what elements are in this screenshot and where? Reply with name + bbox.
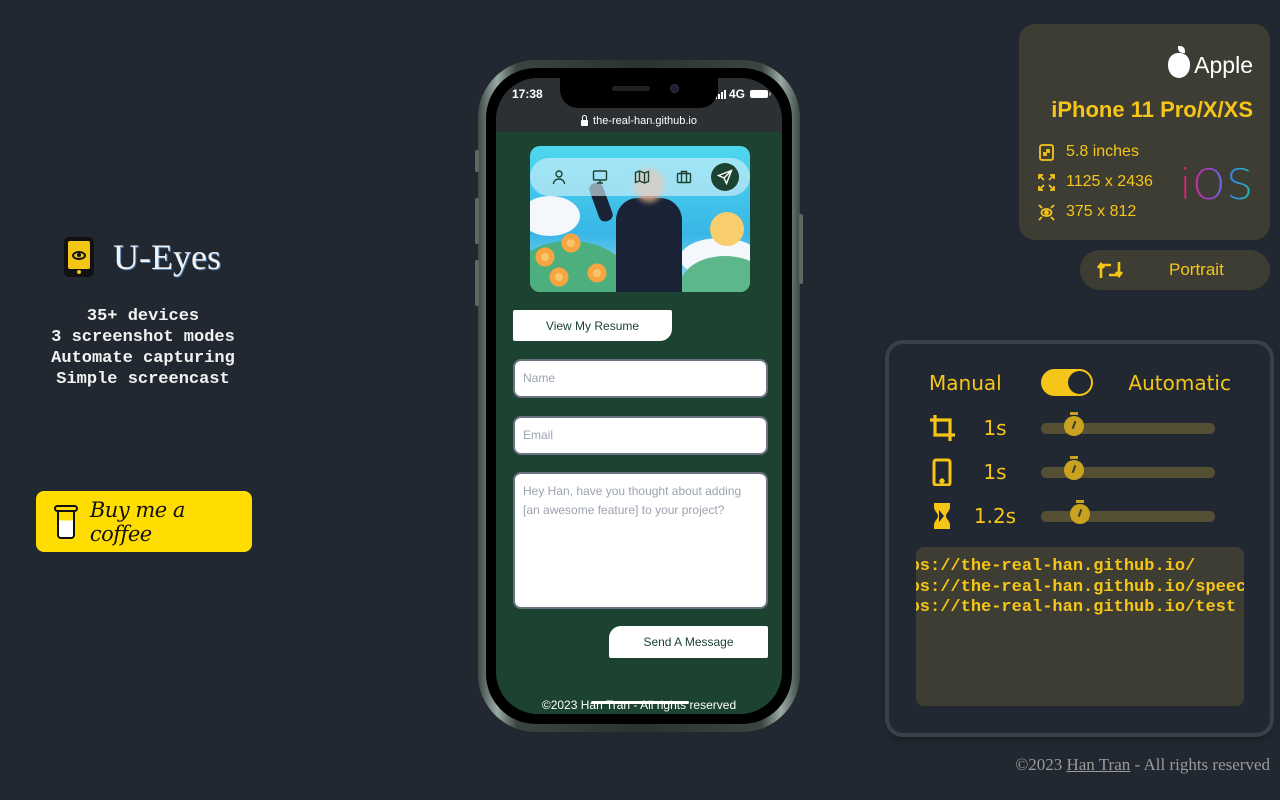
battery-icon	[750, 90, 771, 98]
wait-delay-slider[interactable]	[1041, 499, 1215, 524]
coffee-cup-icon	[54, 503, 78, 541]
user-icon	[552, 170, 565, 185]
screen-size-value: 5.8 inches	[1066, 143, 1139, 160]
map-icon	[634, 170, 650, 184]
home-indicator	[591, 701, 689, 704]
send-message-button[interactable]: Send A Message	[609, 626, 768, 658]
crop-delay-value: 1s	[983, 416, 1007, 440]
browser-url: the-real-han.github.io	[593, 115, 697, 127]
feature-item: Automate capturing	[51, 349, 235, 368]
briefcase-icon	[676, 170, 691, 184]
feature-item: 3 screenshot modes	[51, 328, 235, 347]
phone-frame: 17:38 4G the-real-han.github.io View My …	[475, 60, 803, 732]
capture-mode-toggle[interactable]	[1041, 369, 1094, 396]
author-link[interactable]: Han Tran	[1066, 755, 1130, 774]
device-delay-slider[interactable]	[1041, 455, 1215, 480]
email-input[interactable]: Email	[513, 416, 768, 455]
resolution-value: 1125 x 2436	[1066, 173, 1153, 190]
u-eyes-logo-icon	[64, 237, 94, 277]
automatic-label[interactable]: Automatic	[1128, 371, 1231, 395]
nav-map[interactable]	[628, 163, 656, 191]
status-time: 17:38	[512, 87, 543, 101]
url-list-textarea[interactable]: https://the-real-han.github.io/ https://…	[916, 547, 1244, 706]
crop-delay-slider[interactable]	[1041, 411, 1215, 436]
phone-power-button	[799, 214, 803, 284]
slider-row-device-delay: 1s	[929, 455, 1229, 486]
slider-thumb-stopwatch-icon[interactable]	[1070, 499, 1090, 524]
ios-logo: iOS	[1179, 160, 1254, 209]
message-textarea[interactable]: Hey Han, have you thought about adding […	[513, 472, 768, 609]
phone-icon	[932, 458, 952, 486]
apple-logo-icon	[1168, 46, 1191, 78]
screen-size-icon	[1039, 143, 1054, 161]
phone-volume-up	[475, 198, 479, 244]
hourglass-icon	[934, 503, 950, 529]
capture-mode-row: Manual Automatic	[929, 369, 1231, 396]
slider-row-crop-delay: 1s	[929, 411, 1229, 442]
url-item: https://the-real-han.github.io/speech	[916, 577, 1244, 597]
feature-list: 35+ devices 3 screenshot modes Automate …	[38, 306, 248, 390]
nav-experience[interactable]	[670, 163, 698, 191]
send-icon	[717, 169, 733, 185]
expand-icon	[1038, 173, 1055, 191]
nav-contact[interactable]	[711, 163, 740, 191]
spec-resolution: 1125 x 2436	[1038, 173, 1153, 191]
manual-label[interactable]: Manual	[929, 371, 1002, 395]
wait-delay-value: 1.2s	[973, 504, 1017, 528]
page-footer: ©2023 Han Tran - All rights reserved	[1015, 755, 1270, 775]
device-info-card: Apple iPhone 11 Pro/X/XS 5.8 inches 1125…	[1019, 24, 1270, 240]
brand: U-Eyes	[64, 236, 221, 278]
slider-thumb-stopwatch-icon[interactable]	[1064, 455, 1084, 480]
url-item: https://the-real-han.github.io/test	[916, 598, 1237, 617]
device-brand: Apple	[1168, 46, 1253, 79]
capture-settings-panel: Manual Automatic 1s 1s 1.2s https://the-…	[889, 344, 1270, 733]
toggle-knob	[1068, 371, 1092, 394]
name-input[interactable]: Name	[513, 359, 768, 398]
hero-image	[530, 146, 750, 292]
orientation-toggle-button[interactable]: Portrait	[1080, 250, 1270, 290]
rotate-icon	[1097, 261, 1123, 279]
lock-icon	[581, 114, 589, 126]
phone-notch	[560, 78, 718, 108]
desktop-icon	[593, 170, 608, 184]
crop-icon	[930, 415, 955, 441]
phone-side-button	[475, 150, 479, 172]
orientation-label: Portrait	[1169, 260, 1224, 279]
spec-viewport: 375 x 812	[1038, 203, 1136, 221]
footer-suffix: - All rights reserved	[1130, 755, 1271, 774]
view-resume-button[interactable]: View My Resume	[513, 310, 672, 341]
url-item: https://the-real-han.github.io/	[916, 557, 1196, 576]
slider-row-wait-delay: 1.2s	[929, 499, 1229, 530]
slider-thumb-stopwatch-icon[interactable]	[1064, 411, 1084, 436]
coffee-label: Buy me a coffee	[89, 497, 186, 546]
brand-title: U-Eyes	[113, 237, 221, 277]
feature-item: Simple screencast	[56, 370, 230, 389]
viewport-value: 375 x 812	[1066, 203, 1137, 220]
site-nav-bar	[530, 158, 750, 196]
footer-prefix: ©2023	[1015, 755, 1067, 774]
viewport-eye-icon	[1038, 203, 1055, 221]
browser-url-bar[interactable]: the-real-han.github.io	[496, 110, 782, 132]
phone-screen: 17:38 4G the-real-han.github.io View My …	[496, 78, 782, 714]
buy-me-a-coffee-button[interactable]: Buy me a coffee	[36, 491, 252, 552]
device-delay-value: 1s	[983, 460, 1007, 484]
device-name: iPhone 11 Pro/X/XS	[1051, 97, 1253, 122]
feature-item: 35+ devices	[86, 307, 200, 326]
brand-name: Apple	[1194, 52, 1253, 78]
spec-screen-size: 5.8 inches	[1038, 143, 1139, 161]
nav-projects[interactable]	[586, 163, 614, 191]
phone-volume-down	[475, 260, 479, 306]
network-type: 4G	[728, 87, 745, 101]
nav-about[interactable]	[545, 163, 573, 191]
